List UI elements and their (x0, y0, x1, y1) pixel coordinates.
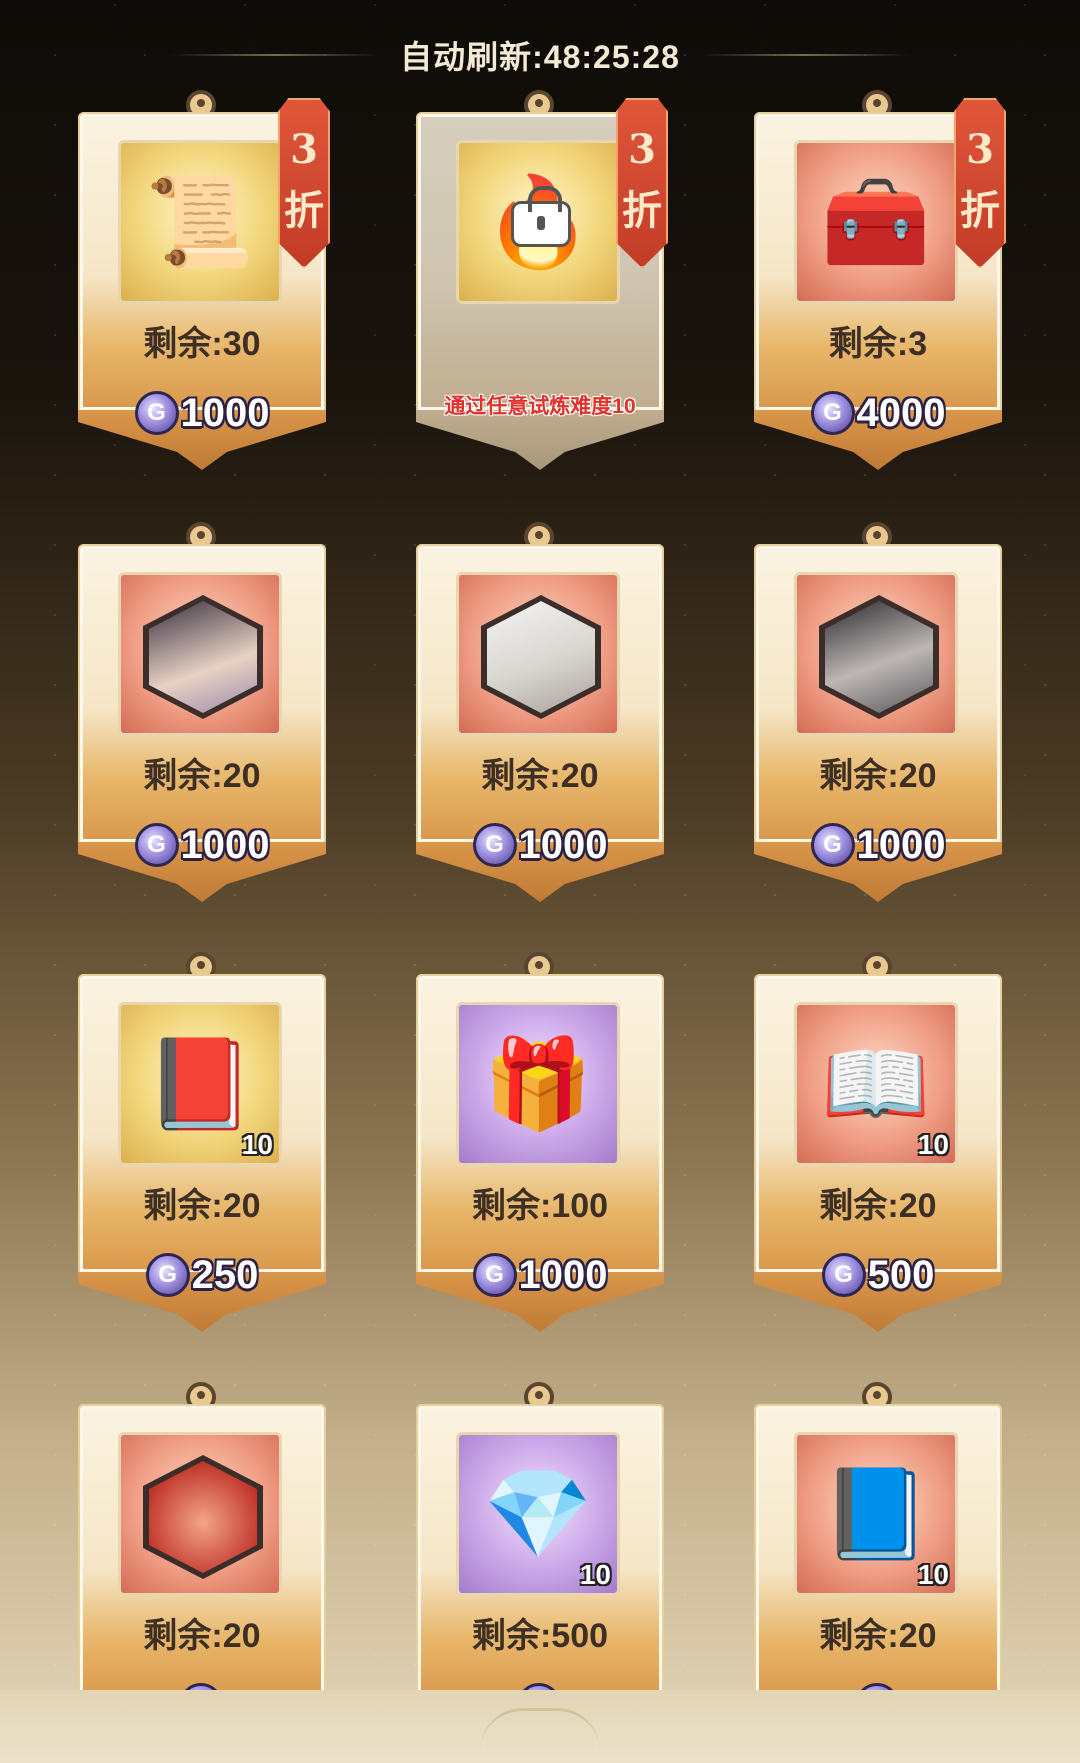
discount-badge: 3折 (616, 98, 668, 268)
currency-coin-icon: G (810, 391, 855, 435)
price-button[interactable]: G (416, 1680, 664, 1690)
shop-item-card[interactable]: 💎10 剩余:500 G (416, 1382, 664, 1690)
currency-coin-icon: G (472, 823, 517, 867)
pearl-chest-icon: 🎁 (456, 1002, 620, 1166)
item-quantity: 10 (917, 1559, 949, 1590)
red-book-icon: 📖 10 (794, 1002, 958, 1166)
shop-item-card[interactable]: 剩余:20 G 1000 (416, 522, 664, 902)
remaining-count: 剩余:20 (819, 1617, 937, 1655)
price-button[interactable]: G 1000 (416, 1250, 664, 1300)
remaining-count: 剩余:20 (143, 1617, 261, 1655)
price-value: 500 (867, 1252, 935, 1297)
item-quantity: 10 (241, 1129, 273, 1160)
shop-item-card[interactable]: 🧰 3折 剩余:3 G 4000 (754, 90, 1006, 470)
price-button[interactable]: G 1000 (78, 820, 326, 870)
lock-icon (511, 186, 571, 247)
shop-item-card[interactable]: 🎁 剩余:100 G 1000 (416, 952, 664, 1332)
currency-coin-icon: G (472, 1253, 517, 1297)
shop-grid: 📜 3折 剩余:30 G1000 🔥 3折 通过任意试炼难度10 🧰 3折 剩余… (0, 0, 1080, 1690)
discount-badge: 3折 (278, 98, 330, 268)
unlock-condition-text: 通过任意试炼难度10 (444, 395, 636, 418)
shop-item-card[interactable]: 剩余:20 G 1000 (754, 522, 1002, 902)
price-value: 1000 (518, 822, 608, 867)
price-button[interactable]: G 4000 (754, 388, 1002, 438)
price-button[interactable]: G 250 (78, 1250, 326, 1300)
currency-coin-icon: G (821, 1253, 866, 1297)
item-quantity: 10 (917, 1129, 949, 1160)
crystal-shard-icon: 💎 10 (456, 1432, 620, 1596)
price-button[interactable]: G 1000 (754, 820, 1002, 870)
currency-coin-icon: G (179, 1683, 223, 1690)
remaining-count: 剩余:500 (471, 1617, 609, 1655)
currency-coin-icon: G (810, 823, 855, 867)
price-value: 250 (191, 1252, 259, 1297)
price-button[interactable]: G 500 (754, 1250, 1002, 1300)
discount-badge: 3折 (954, 98, 1006, 268)
shop-item-card[interactable]: 📜 3折 剩余:30 G 1000 (78, 90, 330, 470)
currency-coin-icon: G (134, 823, 179, 867)
remaining-count: 剩余:20 (481, 757, 599, 795)
footer-ornament (480, 1708, 600, 1751)
character-portrait-dark-hair-icon (118, 572, 282, 736)
price-button[interactable]: G (78, 1680, 326, 1690)
yin-yang-book-gold-icon: 📕 10 (118, 1002, 282, 1166)
shop-item-card[interactable]: 剩余:20 G 1000 (78, 522, 326, 902)
shop-item-card[interactable]: 📕 10 剩余:20 G 250 (78, 952, 326, 1332)
price-value: 1000 (180, 390, 270, 435)
price-value: 1000 (518, 1252, 608, 1297)
currency-coin-icon: G (855, 1683, 899, 1690)
yin-yang-book-red-icon: 📘 10 (794, 1432, 958, 1596)
price-button[interactable]: G (754, 1680, 1002, 1690)
character-portrait-white-hair-icon (456, 572, 620, 736)
currency-coin-icon: G (134, 391, 179, 435)
price-value: 1000 (180, 822, 270, 867)
price-value: 4000 (856, 390, 946, 435)
meditating-figure-icon (118, 1432, 282, 1596)
treasure-chest-icon: 🧰 (794, 140, 958, 304)
price-button[interactable]: G 1000 (416, 820, 664, 870)
character-portrait-warrior-icon (794, 572, 958, 736)
price-button[interactable]: G 1000 (78, 388, 326, 438)
remaining-count: 剩余:20 (819, 757, 937, 795)
currency-coin-icon: G (517, 1683, 561, 1690)
footer-panel (0, 1690, 1080, 1763)
remaining-count: 剩余:20 (143, 1187, 261, 1225)
remaining-count: 剩余:3 (828, 325, 928, 363)
talisman-scroll-icon: 📜 (118, 140, 282, 304)
currency-coin-icon: G (145, 1253, 190, 1297)
shop-item-card[interactable]: 📘10 剩余:20 G (754, 1382, 1002, 1690)
remaining-count: 剩余:20 (819, 1187, 937, 1225)
shop-item-card[interactable]: 📖 10 剩余:20 G 500 (754, 952, 1002, 1332)
shop-item-card-locked[interactable]: 🔥 3折 通过任意试炼难度10 (416, 90, 668, 470)
price-value: 1000 (856, 822, 946, 867)
remaining-count: 剩余:100 (471, 1187, 609, 1225)
locked-fire-orb-icon: 🔥 (456, 140, 620, 304)
item-quantity: 10 (579, 1559, 611, 1590)
shop-item-card[interactable]: 剩余:20 G (78, 1382, 326, 1690)
remaining-count: 剩余:20 (143, 757, 261, 795)
remaining-count: 剩余:30 (143, 325, 261, 363)
